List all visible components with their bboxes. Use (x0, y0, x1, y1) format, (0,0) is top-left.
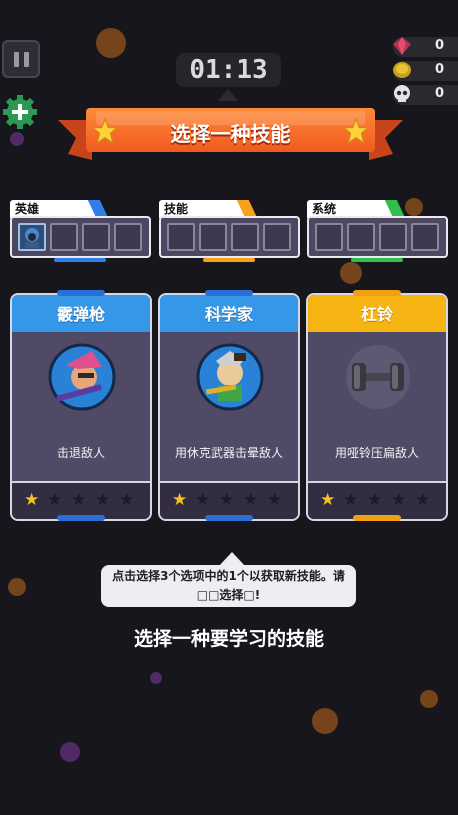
star-icon: ★ (24, 490, 40, 510)
system-slot-empty (315, 223, 343, 251)
star-icon: ★ (172, 490, 188, 510)
game-timer: 01:13 (176, 53, 281, 87)
skill-slots-panel: 技能 (159, 200, 300, 262)
card-top-notch (57, 290, 105, 296)
hero-avatar-icon (25, 228, 39, 248)
skill-card-scientist[interactable]: 科学家 用休克武器击晕敌人 ★ ★ ★ ★ ★ (158, 293, 300, 521)
card-top-notch (205, 290, 253, 296)
kill-counter: 0 (393, 85, 458, 105)
pause-icon-bar (24, 52, 29, 67)
slot-box (159, 216, 300, 258)
background-streak (10, 132, 24, 146)
panel-label: 英雄 (15, 202, 40, 216)
slot-box (10, 216, 151, 258)
hero-slot-empty (82, 223, 110, 251)
skill-slot-empty (231, 223, 259, 251)
panel-underline (351, 258, 403, 262)
skill-card-shotgun[interactable]: 霰弹枪 击退敌人 ★ ★ ★ ★ ★ (10, 293, 152, 521)
gem-count: 0 (434, 38, 444, 53)
system-slot-empty (347, 223, 375, 251)
star-icon: ★ (195, 490, 211, 510)
system-slot-empty (379, 223, 407, 251)
hero-slot-filled[interactable] (18, 223, 46, 251)
skull-icon (394, 85, 410, 102)
hero-slots-panel: 英雄 (10, 200, 151, 262)
dumbbell-icon (346, 345, 410, 409)
hero-slot-empty (50, 223, 78, 251)
star-icon: ★ (47, 490, 63, 510)
star-icon: ★ (415, 490, 431, 510)
background-streak (8, 578, 26, 596)
panel-underline (54, 258, 106, 262)
star-icon: ★ (367, 490, 383, 510)
kill-count: 0 (434, 86, 444, 101)
hero-slot-empty (114, 223, 142, 251)
card-title: 霰弹枪 (12, 295, 150, 332)
scientist-hero-icon (196, 343, 264, 411)
star-icon: ★ (95, 490, 111, 510)
coin-count: 0 (434, 62, 444, 77)
title-banner: 选择一种技能 (58, 106, 403, 160)
gem-icon (393, 37, 411, 55)
system-slots-panel: 系统 (307, 200, 448, 262)
star-icon: ★ (343, 490, 359, 510)
card-description: 用休克武器击晕敌人 (174, 446, 283, 460)
star-icon: ★ (267, 490, 283, 510)
background-streak (340, 262, 362, 284)
background-streak (96, 28, 126, 58)
tooltip-text: 点击选择3个选项中的1个以获取新技能。请□□选择□! (112, 569, 345, 602)
panel-underline (203, 258, 255, 262)
card-top-notch (353, 290, 401, 296)
timer-pointer-icon (218, 89, 238, 101)
background-streak (60, 742, 80, 762)
card-bottom-notch (205, 515, 253, 521)
star-icon: ★ (119, 490, 135, 510)
card-description: 击退敌人 (56, 446, 105, 460)
panel-label: 技能 (164, 202, 189, 216)
skill-card-barbell[interactable]: 杠铃 用哑铃压扁敌人 ★ ★ ★ ★ ★ (306, 293, 448, 521)
star-icon: ★ (219, 490, 235, 510)
card-title: 科学家 (160, 295, 298, 332)
card-description: 用哑铃压扁敌人 (334, 446, 419, 460)
card-star-rating: ★ ★ ★ ★ ★ (308, 481, 446, 519)
card-star-rating: ★ ★ ★ ★ ★ (160, 481, 298, 519)
select-skill-prompt: 选择一种要学习的技能 (133, 628, 324, 650)
pause-button[interactable] (2, 40, 40, 78)
card-star-rating: ★ ★ ★ ★ ★ (12, 481, 150, 519)
background-streak (312, 708, 338, 734)
background-streak (150, 672, 162, 684)
plus-gear-icon[interactable] (2, 94, 38, 130)
skill-slot-empty (263, 223, 291, 251)
shotgun-hero-icon (48, 343, 116, 411)
coin-icon (393, 62, 411, 78)
card-title: 杠铃 (308, 295, 446, 332)
skill-slot-empty (199, 223, 227, 251)
tutorial-tooltip: 点击选择3个选项中的1个以获取新技能。请□□选择□! (101, 552, 356, 607)
background-streak (420, 690, 438, 708)
gem-counter: 0 (393, 37, 458, 57)
star-icon: ★ (71, 490, 87, 510)
star-icon: ★ (243, 490, 259, 510)
coin-counter: 0 (393, 61, 458, 81)
pause-icon (14, 52, 19, 67)
card-bottom-notch (353, 515, 401, 521)
star-icon: ★ (320, 490, 336, 510)
panel-label: 系统 (312, 202, 337, 216)
star-icon: ★ (391, 490, 407, 510)
system-slot-empty (411, 223, 439, 251)
card-bottom-notch (57, 515, 105, 521)
slot-box (307, 216, 448, 258)
banner-title: 选择一种技能 (170, 122, 291, 146)
skill-slot-empty (167, 223, 195, 251)
